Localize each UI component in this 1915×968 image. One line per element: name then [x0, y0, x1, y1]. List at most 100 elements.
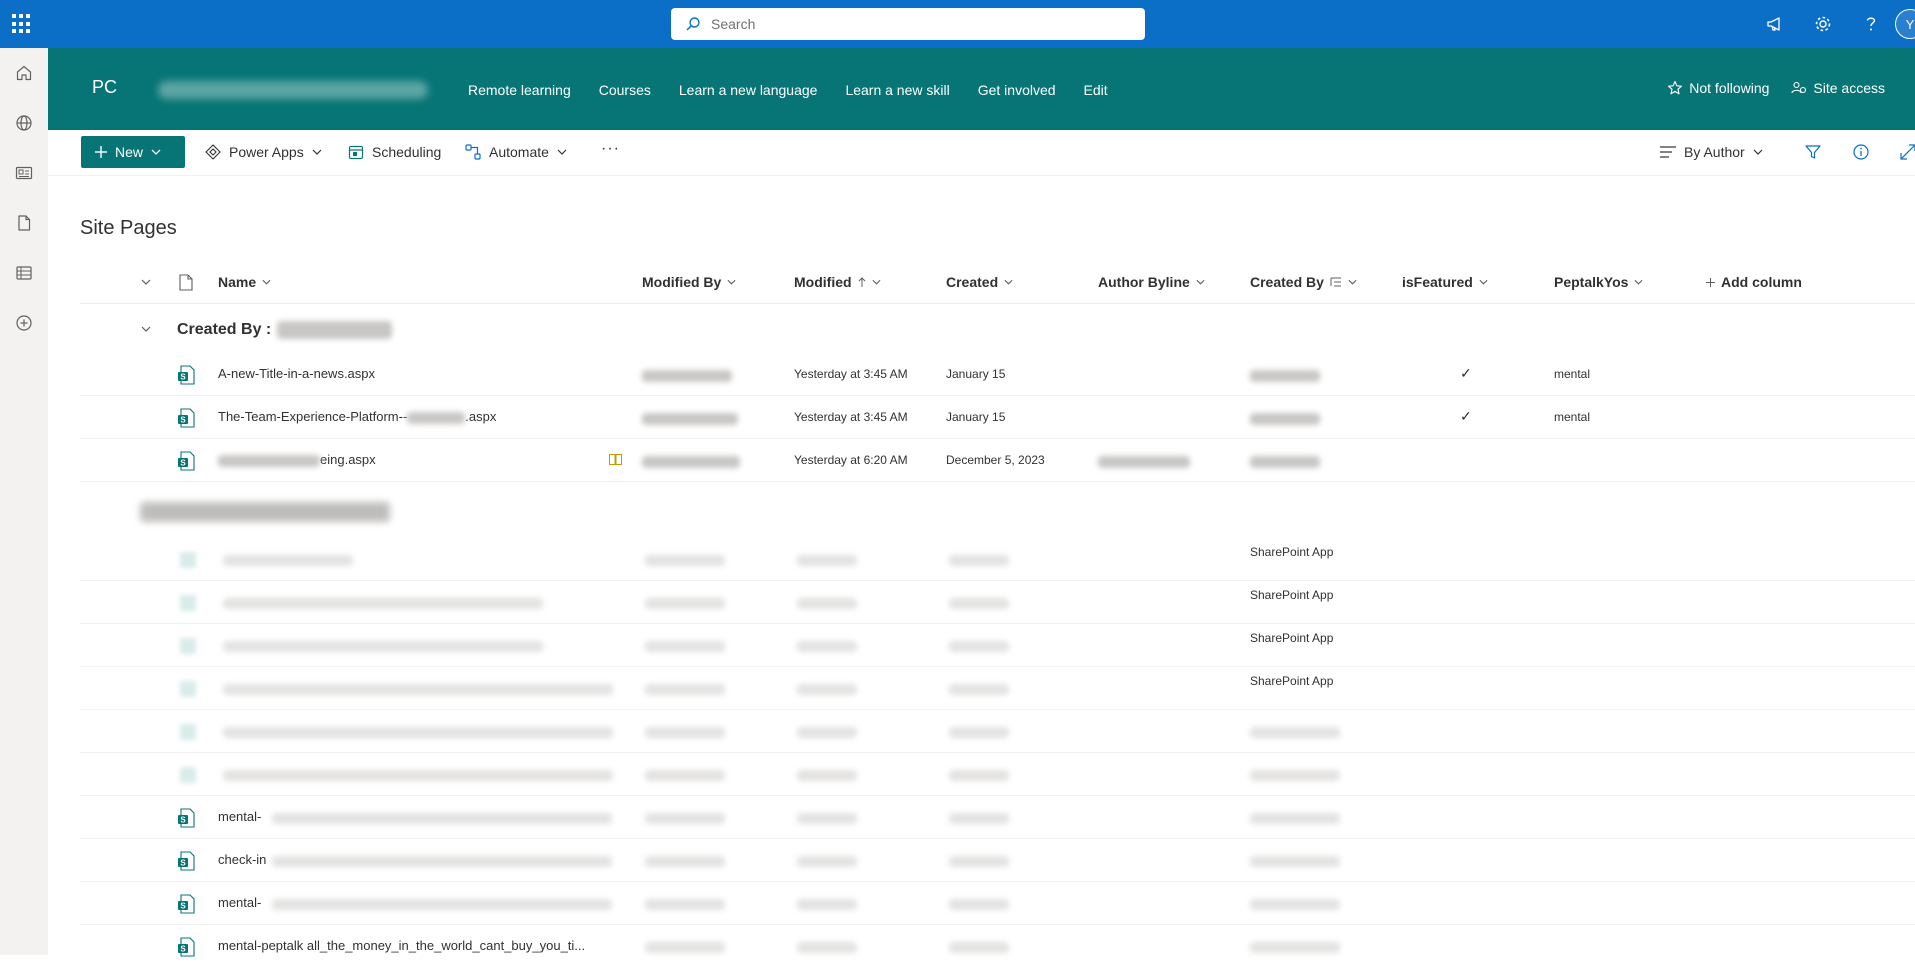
- column-header-name[interactable]: Name: [218, 274, 271, 290]
- automate-button[interactable]: Automate: [465, 144, 567, 160]
- table-row[interactable]: S eing.aspx Yesterday at 6:20 AM Decembe…: [80, 439, 1915, 482]
- row-modified: Yesterday at 3:45 AM: [794, 410, 908, 424]
- created-redacted: [949, 727, 1009, 738]
- power-apps-button[interactable]: Power Apps: [205, 144, 322, 160]
- list-icon[interactable]: [0, 248, 48, 298]
- modified-by-redacted: [645, 555, 725, 566]
- row-name-suffix: .aspx: [465, 409, 497, 424]
- name-redacted: [272, 813, 612, 824]
- row-name[interactable]: A-new-Title-in-a-news.aspx: [218, 366, 375, 381]
- site-access-button[interactable]: Site access: [1791, 80, 1885, 96]
- modified-redacted: [797, 727, 857, 738]
- scheduling-button[interactable]: Scheduling: [348, 144, 441, 160]
- created-by-redacted: [1250, 942, 1340, 953]
- more-commands-button[interactable]: ···: [601, 140, 620, 158]
- modified-redacted: [797, 813, 857, 824]
- name-redacted: [223, 555, 353, 566]
- column-modified-label: Modified: [794, 274, 852, 290]
- modified-by-redacted: [645, 942, 725, 953]
- settings-gear-icon[interactable]: [1799, 0, 1847, 48]
- nav-edit[interactable]: Edit: [1084, 82, 1108, 98]
- table-row[interactable]: S The-Team-Experience-Platform-- .aspx Ye…: [80, 396, 1915, 439]
- site-navigation: Remote learning Courses Learn a new lang…: [468, 82, 1136, 98]
- page-icon-blurred: [180, 767, 196, 783]
- modified-redacted: [797, 641, 857, 652]
- info-button[interactable]: [1853, 144, 1877, 160]
- table-row[interactable]: S mental-: [80, 796, 1915, 839]
- globe-icon[interactable]: [0, 98, 48, 148]
- nav-learn-language[interactable]: Learn a new language: [679, 82, 818, 98]
- group-value-redacted: [277, 321, 393, 339]
- row-name[interactable]: eing.aspx: [218, 452, 376, 467]
- app-launcher-icon[interactable]: [12, 14, 32, 34]
- table-row[interactable]: [80, 710, 1915, 753]
- svg-text:S: S: [180, 945, 186, 954]
- follow-button[interactable]: Not following: [1667, 80, 1769, 96]
- name-redacted: [223, 684, 613, 695]
- svg-text:S: S: [180, 859, 186, 868]
- group-collapse-chevron-icon[interactable]: [141, 326, 151, 332]
- column-header-modified[interactable]: Modified: [794, 274, 881, 290]
- group-header-redacted: [140, 502, 390, 527]
- svg-text:S: S: [180, 459, 186, 468]
- automate-flow-icon: [465, 144, 481, 160]
- expand-button[interactable]: [1900, 144, 1915, 160]
- table-row[interactable]: S mental-peptalk all_the_money_in_the_wo…: [80, 925, 1915, 968]
- table-row[interactable]: SharePoint App: [80, 624, 1915, 667]
- column-header-created[interactable]: Created: [946, 274, 1013, 290]
- create-add-icon[interactable]: [0, 298, 48, 348]
- table-row[interactable]: SharePoint App: [80, 538, 1915, 581]
- new-button[interactable]: New: [81, 136, 185, 168]
- created-by-redacted: [1250, 456, 1320, 468]
- view-switcher-button[interactable]: By Author: [1660, 144, 1763, 160]
- home-icon[interactable]: [0, 48, 48, 98]
- row-name[interactable]: mental-: [218, 809, 261, 824]
- help-icon[interactable]: [1847, 0, 1895, 48]
- table-row[interactable]: [80, 753, 1915, 796]
- search-box[interactable]: Search: [671, 8, 1145, 40]
- site-name-redacted[interactable]: [158, 81, 428, 99]
- svg-text:S: S: [180, 373, 186, 382]
- table-row[interactable]: S check-in: [80, 839, 1915, 882]
- add-column-button[interactable]: Add column: [1706, 274, 1802, 290]
- modified-by-redacted: [645, 598, 725, 609]
- row-name[interactable]: mental-peptalk all_the_money_in_the_worl…: [218, 938, 585, 953]
- column-name-label: Name: [218, 274, 257, 290]
- created-by-redacted: [1250, 856, 1340, 867]
- table-row[interactable]: SharePoint App: [80, 667, 1915, 710]
- chevron-down-icon: [262, 279, 271, 285]
- column-header-created-by[interactable]: Created By: [1250, 274, 1357, 290]
- row-name[interactable]: mental-: [218, 895, 261, 910]
- page-icon-blurred: [180, 552, 196, 568]
- megaphone-icon[interactable]: [1751, 0, 1799, 48]
- row-name[interactable]: The-Team-Experience-Platform-- .aspx: [218, 409, 496, 424]
- group-header-created-by: Created By :: [177, 319, 393, 341]
- table-row[interactable]: SharePoint App: [80, 581, 1915, 624]
- row-name[interactable]: check-in: [218, 852, 266, 867]
- column-header-is-featured[interactable]: isFeatured: [1402, 274, 1488, 290]
- featured-check-icon: ✓: [1460, 365, 1472, 381]
- news-icon[interactable]: [0, 148, 48, 198]
- created-by-redacted: [1250, 370, 1320, 382]
- nav-learn-skill[interactable]: Learn a new skill: [845, 82, 949, 98]
- collapse-all-chevron-icon[interactable]: [141, 279, 151, 285]
- document-icon[interactable]: [0, 198, 48, 248]
- nav-remote-learning[interactable]: Remote learning: [468, 82, 571, 98]
- modified-redacted: [797, 942, 857, 953]
- user-avatar[interactable]: Y: [1895, 9, 1915, 39]
- column-header-author-byline[interactable]: Author Byline: [1098, 274, 1205, 290]
- site-logo[interactable]: PC: [92, 77, 117, 98]
- nav-courses[interactable]: Courses: [599, 82, 651, 98]
- nav-get-involved[interactable]: Get involved: [978, 82, 1056, 98]
- filter-button[interactable]: [1805, 144, 1829, 160]
- name-redacted: [223, 641, 543, 652]
- modified-by-redacted: [645, 813, 725, 824]
- sharepoint-page-icon: S: [178, 451, 195, 471]
- table-row[interactable]: S mental-: [80, 882, 1915, 925]
- column-header-modified-by[interactable]: Modified By: [642, 274, 736, 290]
- star-icon: [1668, 80, 1683, 95]
- table-row[interactable]: S A-new-Title-in-a-news.aspx Yesterday a…: [80, 353, 1915, 396]
- column-header-peptalk[interactable]: PeptalkYos: [1554, 274, 1643, 290]
- name-redacted: [407, 411, 466, 424]
- column-created-label: Created: [946, 274, 999, 290]
